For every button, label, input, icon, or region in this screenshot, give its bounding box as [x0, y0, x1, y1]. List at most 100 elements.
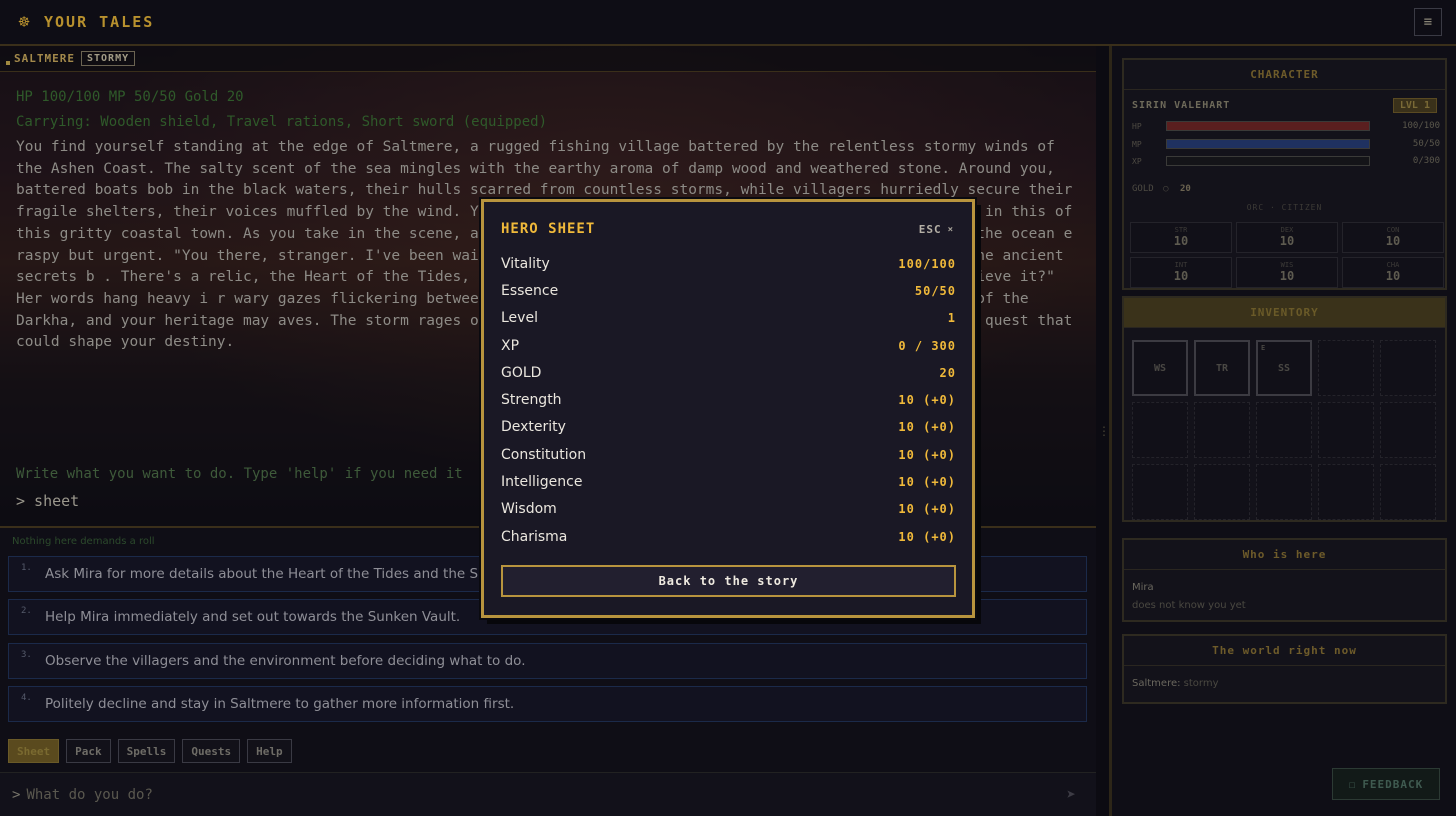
- choice-number: 4.: [21, 693, 32, 703]
- stat-row-gold: GOLD 20: [501, 359, 956, 386]
- weather-badge: STORMY: [80, 51, 136, 66]
- choice-number: 3.: [21, 650, 32, 660]
- gold-label: GOLD: [1132, 184, 1154, 194]
- stat-label: GOLD: [501, 364, 542, 381]
- level-badge: LVL 1: [1392, 98, 1437, 113]
- stat-row-intelligence: Intelligence 10 (+0): [501, 468, 956, 495]
- feedback-icon: ☐: [1348, 777, 1357, 791]
- world-title: The world right now: [1124, 636, 1445, 666]
- xp-bar: [1166, 156, 1370, 166]
- feedback-button[interactable]: ☐ FEEDBACK: [1332, 768, 1440, 800]
- choice-text: Politely decline and stay in Saltmere to…: [45, 696, 515, 712]
- npc-status: does not know you yet: [1132, 600, 1246, 611]
- stat-value: 100/100: [898, 256, 956, 271]
- location-bar: SALTMERE STORMY: [0, 46, 1096, 72]
- equipped-marker: E: [1261, 344, 1266, 352]
- pack-button[interactable]: Pack: [66, 739, 111, 763]
- character-panel: CHARACTER SIRIN VALEHART LVL 1 HP 100/10…: [1122, 58, 1447, 290]
- mp-label: MP: [1132, 139, 1142, 149]
- mp-bar-fill: [1167, 140, 1369, 148]
- slot-label: WS: [1153, 362, 1167, 374]
- gold-value: 20: [1179, 184, 1191, 194]
- close-button[interactable]: ESC ×: [919, 223, 954, 236]
- choice-number: 1.: [21, 563, 32, 573]
- stat-value: 10 (+0): [898, 502, 956, 517]
- inventory-slot-empty[interactable]: [1380, 464, 1436, 520]
- hero-stat-list: Vitality 100/100 Essence 50/50 Level 1 XP 0 …: [501, 250, 956, 550]
- spells-button[interactable]: Spells: [117, 739, 176, 763]
- close-icon: ×: [947, 224, 954, 235]
- stat-key: DEX: [1280, 226, 1294, 234]
- inventory-slot-empty[interactable]: [1194, 464, 1250, 520]
- stat-cha: CHA 10: [1342, 257, 1444, 288]
- inventory-slot-empty[interactable]: [1318, 464, 1374, 520]
- back-to-story-button[interactable]: Back to the story: [501, 565, 956, 597]
- stat-dex: DEX 10: [1236, 222, 1338, 253]
- character-name: SIRIN VALEHART: [1132, 100, 1231, 111]
- stat-value: 10: [1385, 269, 1401, 283]
- inventory-slot-empty[interactable]: [1318, 402, 1374, 458]
- esc-label: ESC: [918, 223, 942, 236]
- stat-int: INT 10: [1130, 257, 1232, 288]
- race-class-line: ORC · CITIZEN: [1246, 203, 1323, 212]
- choice-3[interactable]: 3. Observe the villagers and the environ…: [8, 643, 1087, 679]
- slot-label: TR: [1215, 362, 1229, 374]
- stat-row-xp: XP 0 / 300: [501, 332, 956, 359]
- stat-row-dexterity: Dexterity 10 (+0): [501, 414, 956, 441]
- mp-bar-row: MP 50/50: [1132, 138, 1440, 150]
- xp-value: 0/300: [1412, 156, 1440, 166]
- stat-str: STR 10: [1130, 222, 1232, 253]
- stat-label: Constitution: [501, 446, 587, 463]
- stat-label: XP: [501, 337, 520, 354]
- stat-key: INT: [1174, 261, 1188, 269]
- stat-label: Essence: [501, 282, 559, 299]
- xp-label: XP: [1132, 156, 1142, 166]
- inventory-title: INVENTORY: [1124, 298, 1445, 328]
- input-caret: >: [12, 786, 21, 803]
- stat-value: 10 (+0): [898, 393, 956, 408]
- inventory-slot-empty[interactable]: [1380, 340, 1436, 396]
- stat-key: CON: [1386, 226, 1400, 234]
- sheet-button[interactable]: Sheet: [8, 739, 60, 763]
- command-input[interactable]: [26, 786, 1027, 803]
- choice-4[interactable]: 4. Politely decline and stay in Saltmere…: [8, 686, 1087, 722]
- feedback-label: FEEDBACK: [1362, 777, 1424, 791]
- inventory-slot-empty[interactable]: [1256, 464, 1312, 520]
- choice-text: Ask Mira for more details about the Hear…: [45, 566, 520, 582]
- inventory-slot-short-sword[interactable]: E SS: [1256, 340, 1312, 396]
- send-icon[interactable]: ➤: [1066, 785, 1076, 804]
- inventory-slot-empty[interactable]: [1380, 402, 1436, 458]
- inventory-slot-empty[interactable]: [1194, 402, 1250, 458]
- help-button[interactable]: Help: [247, 739, 292, 763]
- stat-row-essence: Essence 50/50: [501, 277, 956, 304]
- stat-value: 50/50: [914, 283, 956, 298]
- inventory-slot-wooden-shield[interactable]: WS: [1132, 340, 1188, 396]
- logo-icon: ☸: [18, 11, 30, 33]
- prompt-hint: Write what you want to do. Type 'help' i…: [16, 466, 463, 482]
- who-here-panel: Who is here Mira does not know you yet: [1122, 538, 1447, 622]
- stat-value: 10: [1173, 269, 1189, 283]
- stat-row-strength: Strength 10 (+0): [501, 386, 956, 413]
- stat-value: 10 (+0): [898, 529, 956, 544]
- stat-value: 1: [947, 311, 956, 326]
- stat-value: 20: [939, 365, 956, 380]
- inventory-slot-empty[interactable]: [1318, 340, 1374, 396]
- choice-number: 2.: [21, 606, 32, 616]
- stat-con: CON 10: [1342, 222, 1444, 253]
- no-roll-note: Nothing here demands a roll: [12, 536, 155, 547]
- stat-row-charisma: Charisma 10 (+0): [501, 523, 956, 550]
- inventory-slot-travel-rations[interactable]: TR: [1194, 340, 1250, 396]
- status-line: HP 100/100 MP 50/50 Gold 20: [16, 89, 244, 105]
- stat-value: 10 (+0): [898, 475, 956, 490]
- menu-icon[interactable]: ≡: [1414, 8, 1442, 36]
- inventory-slot-empty[interactable]: [1256, 402, 1312, 458]
- stat-label: Intelligence: [501, 474, 583, 491]
- slot-label: SS: [1277, 362, 1291, 374]
- mp-value: 50/50: [1412, 139, 1440, 149]
- npc-name[interactable]: Mira: [1132, 582, 1154, 593]
- inventory-slot-empty[interactable]: [1132, 402, 1188, 458]
- stat-key: STR: [1174, 226, 1188, 234]
- modal-title: HERO SHEET: [501, 221, 596, 237]
- quests-button[interactable]: Quests: [182, 739, 241, 763]
- inventory-slot-empty[interactable]: [1132, 464, 1188, 520]
